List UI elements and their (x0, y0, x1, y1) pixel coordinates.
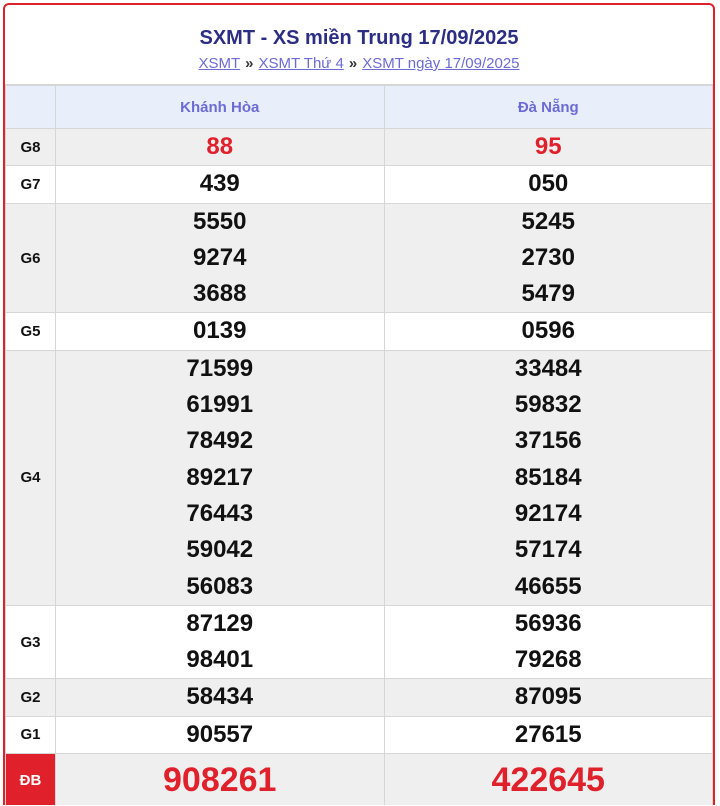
prize-label: G5 (5, 312, 56, 351)
prize-number: 422645 (491, 760, 605, 799)
results-header: SXMT - XS miền Trung 17/09/2025 XSMT» XSM… (5, 5, 713, 85)
prize-label: G3 (5, 604, 56, 680)
prize-number: 46655 (514, 572, 582, 600)
prize-cell-khanh-hoa: 5550 9274 3688 (55, 202, 385, 314)
prize-label: G6 (5, 202, 56, 314)
prize-number: 050 (528, 170, 569, 198)
prize-number: 5550 (193, 207, 247, 235)
prize-number: 98401 (186, 646, 254, 674)
prize-label: G8 (5, 127, 56, 167)
prize-cell-khanh-hoa: 908261 (55, 753, 385, 805)
column-header-khanh-hoa[interactable]: Khánh Hòa (55, 85, 385, 129)
prize-number: 57174 (514, 536, 582, 564)
results-panel: SXMT - XS miền Trung 17/09/2025 XSMT» XSM… (3, 3, 715, 805)
prize-cell-da-nang: 422645 (383, 753, 713, 805)
prize-cell-khanh-hoa: 71599 61991 78492 89217 76443 59042 56083 (55, 349, 385, 606)
breadcrumb-separator: » (348, 55, 358, 72)
prize-row-5: G3 87129 98401 56936 79268 (5, 604, 713, 680)
prize-row-0: G8 88 95 (5, 127, 713, 167)
prize-number: 61991 (186, 391, 254, 419)
prize-number: 33484 (514, 354, 582, 382)
prize-label: G1 (5, 715, 56, 755)
prize-cell-khanh-hoa: 88 (55, 127, 385, 167)
prize-row-3: G5 0139 0596 (5, 312, 713, 351)
prize-number: 92174 (514, 499, 582, 527)
prize-number: 78492 (186, 427, 254, 455)
prize-cell-da-nang: 5245 2730 5479 (383, 202, 713, 314)
prize-number: 0596 (521, 317, 575, 345)
prize-cell-da-nang: 27615 (383, 715, 713, 755)
prize-number: 2730 (521, 243, 575, 271)
prize-number: 59832 (514, 391, 582, 419)
prize-cell-da-nang: 95 (383, 127, 713, 167)
prize-cell-khanh-hoa: 439 (55, 165, 385, 204)
prize-label: G7 (5, 165, 56, 204)
prize-number: 76443 (186, 499, 254, 527)
prize-number: 59042 (186, 536, 254, 564)
prize-cell-da-nang: 33484 59832 37156 85184 92174 57174 46655 (383, 349, 713, 606)
prize-cell-da-nang: 87095 (383, 678, 713, 717)
prize-number: 5245 (521, 207, 575, 235)
prize-number: 71599 (186, 354, 254, 382)
prize-cell-khanh-hoa: 87129 98401 (55, 604, 385, 680)
breadcrumb-link-xsmt-thu-4[interactable]: XSMT Thứ 4 (258, 55, 343, 72)
prize-row-8: ĐB 908261 422645 (5, 753, 713, 805)
prize-cell-da-nang: 56936 79268 (383, 604, 713, 680)
prize-number: 90557 (186, 720, 254, 748)
results-table: Khánh Hòa Đà Nẵng G8 88 95 G7 439 050 G6 5550 92… (5, 85, 713, 805)
prize-row-2: G6 5550 9274 3688 5245 2730 5479 (5, 202, 713, 314)
prize-number: 37156 (514, 427, 582, 455)
prize-row-4: G4 71599 61991 78492 89217 76443 59042 56083 334… (5, 349, 713, 606)
prize-number: 56936 (514, 609, 582, 637)
prize-number: 85184 (514, 463, 582, 491)
prize-number: 58434 (186, 683, 254, 711)
prize-label: G2 (5, 678, 56, 717)
prize-column-header (5, 85, 56, 129)
prize-cell-khanh-hoa: 0139 (55, 312, 385, 351)
prize-cell-da-nang: 0596 (383, 312, 713, 351)
prize-number: 27615 (514, 720, 582, 748)
prize-label: ĐB (5, 753, 56, 805)
prize-number: 5479 (521, 280, 575, 308)
page-title: SXMT - XS miền Trung 17/09/2025 (199, 27, 519, 49)
prize-number: 89217 (186, 463, 254, 491)
breadcrumb-link-xsmt-date[interactable]: XSMT ngày 17/09/2025 (362, 55, 519, 72)
prize-number: 3688 (193, 280, 247, 308)
prize-cell-da-nang: 050 (383, 165, 713, 204)
prize-row-6: G2 58434 87095 (5, 678, 713, 717)
results-body: G8 88 95 G7 439 050 G6 5550 9274 3688 5245 2730 5479… (5, 127, 713, 805)
prize-label: G4 (5, 349, 56, 606)
column-header-da-nang[interactable]: Đà Nẵng (383, 85, 713, 129)
prize-number: 9274 (193, 243, 247, 271)
prize-number: 87095 (514, 683, 582, 711)
breadcrumb-link-xsmt[interactable]: XSMT (198, 55, 240, 72)
breadcrumb: XSMT» XSMT Thứ 4» XSMT ngày 17/09/2025 (5, 55, 713, 73)
prize-number: 95 (534, 133, 562, 160)
prize-number: 908261 (163, 760, 277, 799)
prize-number: 79268 (514, 646, 582, 674)
prize-number: 87129 (186, 609, 254, 637)
prize-row-7: G1 90557 27615 (5, 715, 713, 755)
prize-number: 439 (199, 170, 240, 198)
prize-cell-khanh-hoa: 90557 (55, 715, 385, 755)
prize-number: 88 (206, 133, 234, 160)
prize-number: 56083 (186, 572, 254, 600)
prize-row-1: G7 439 050 (5, 165, 713, 204)
prize-cell-khanh-hoa: 58434 (55, 678, 385, 717)
breadcrumb-separator: » (245, 55, 254, 72)
prize-number: 0139 (193, 317, 247, 345)
